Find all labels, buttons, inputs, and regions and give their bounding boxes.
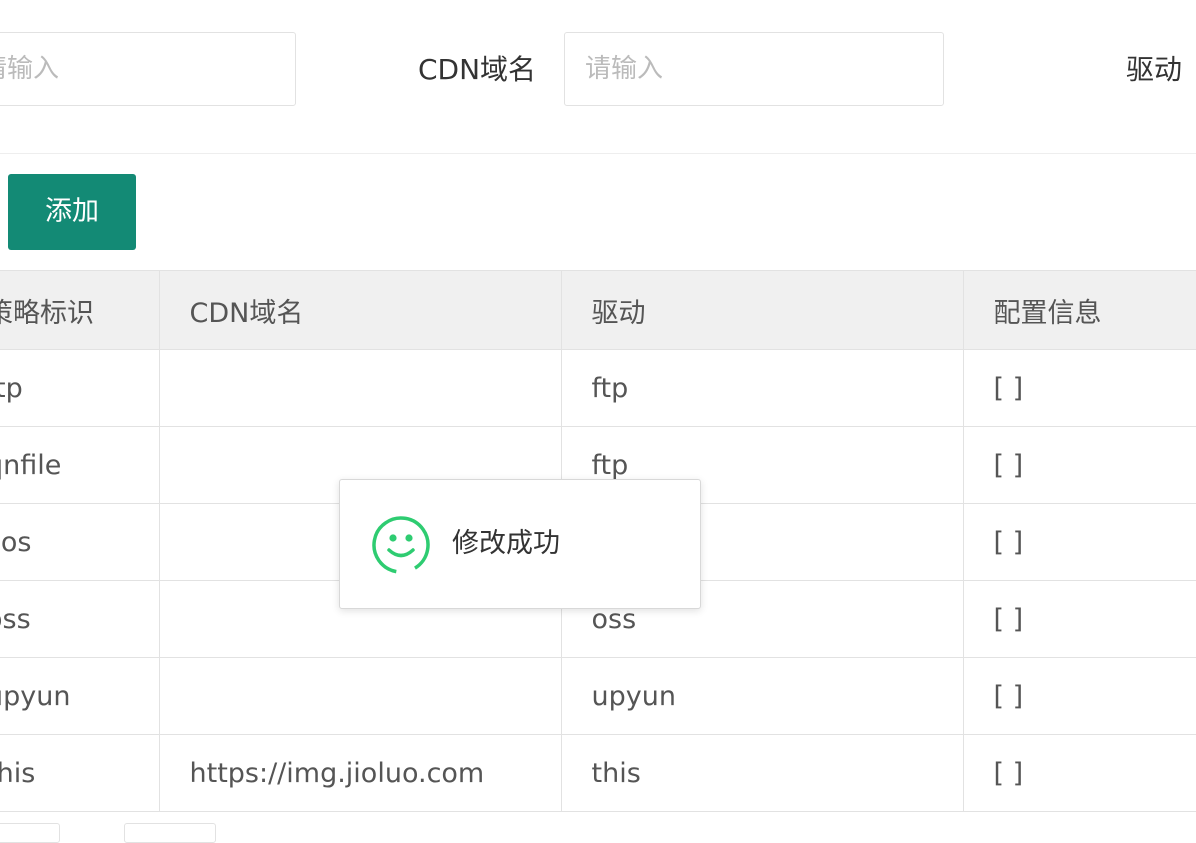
pagination-control[interactable] bbox=[0, 823, 60, 843]
cell-strategy-key: upyun bbox=[0, 657, 160, 735]
column-header-config: 配置信息 bbox=[962, 270, 1196, 350]
cdn-domain-input[interactable] bbox=[564, 32, 944, 106]
cell-config: [ ] bbox=[962, 657, 1196, 735]
cell-config: [ ] bbox=[962, 349, 1196, 427]
cell-strategy-key: oss bbox=[0, 580, 160, 658]
cell-config: [ ] bbox=[962, 426, 1196, 504]
cell-strategy-key: ftp bbox=[0, 349, 160, 427]
pagination-control[interactable] bbox=[124, 823, 216, 843]
cdn-domain-label: CDN域名 bbox=[418, 53, 537, 86]
toast-message: 修改成功 bbox=[452, 528, 560, 559]
cell-cdn-domain: https://img.jioluo.com bbox=[158, 734, 562, 812]
search-bar: CDN域名 驱动 bbox=[0, 0, 1196, 154]
cell-cdn-domain bbox=[158, 657, 562, 735]
smile-icon bbox=[372, 516, 430, 574]
table-row[interactable]: this https://img.jioluo.com this [ ] bbox=[0, 734, 1196, 812]
driver-label: 驱动 bbox=[1126, 53, 1183, 86]
success-toast: 修改成功 bbox=[339, 479, 701, 609]
add-button[interactable]: 添加 bbox=[8, 174, 136, 250]
cell-config: [ ] bbox=[962, 503, 1196, 581]
column-header-strategy-key: 策略标识 bbox=[0, 270, 160, 350]
cell-strategy-key: qnfile bbox=[0, 426, 160, 504]
cell-driver: ftp bbox=[560, 349, 964, 427]
table-row[interactable]: ftp ftp [ ] bbox=[0, 349, 1196, 427]
table-header-row: 策略标识 CDN域名 驱动 配置信息 bbox=[0, 270, 1196, 350]
cell-config: [ ] bbox=[962, 580, 1196, 658]
cell-strategy-key: cos bbox=[0, 503, 160, 581]
cell-strategy-key: this bbox=[0, 734, 160, 812]
strategy-search-input[interactable] bbox=[0, 32, 296, 106]
cell-cdn-domain bbox=[158, 349, 562, 427]
column-header-cdn-domain: CDN域名 bbox=[158, 270, 562, 350]
column-header-driver: 驱动 bbox=[560, 270, 964, 350]
cell-driver: this bbox=[560, 734, 964, 812]
cell-driver: upyun bbox=[560, 657, 964, 735]
cell-config: [ ] bbox=[962, 734, 1196, 812]
table-row[interactable]: upyun upyun [ ] bbox=[0, 657, 1196, 735]
